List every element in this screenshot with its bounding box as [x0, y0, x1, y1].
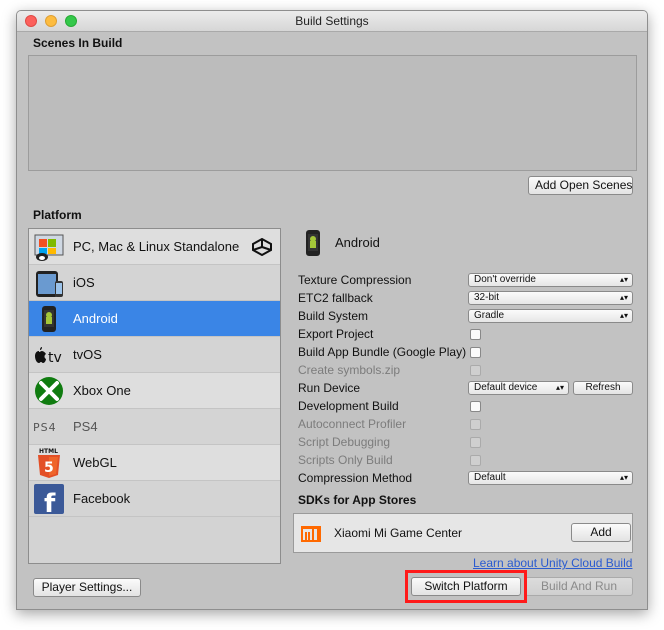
development-build-label: Development Build: [298, 399, 399, 413]
maximize-window-button[interactable]: [65, 15, 77, 27]
platform-label-ps4: PS4: [73, 419, 98, 434]
cloud-build-link[interactable]: Learn about Unity Cloud Build: [473, 556, 632, 570]
platform-item-tvos[interactable]: tv tvOS: [29, 337, 280, 373]
platform-item-webgl[interactable]: HTML 5 WebGL: [29, 445, 280, 481]
html5-icon: HTML 5: [32, 446, 66, 480]
xbox-icon: [32, 374, 66, 408]
development-build-checkbox[interactable]: [470, 401, 481, 412]
selected-platform-title: Android: [335, 235, 380, 250]
svg-text:tv: tv: [48, 350, 62, 365]
sdks-label: SDKs for App Stores: [298, 493, 417, 507]
sdk-add-button[interactable]: Add: [571, 523, 631, 542]
svg-text:5: 5: [44, 460, 54, 476]
refresh-devices-button[interactable]: Refresh: [573, 381, 633, 395]
platform-label-webgl: WebGL: [73, 455, 117, 470]
close-window-button[interactable]: [25, 15, 37, 27]
svg-text:PS4: PS4: [33, 421, 57, 434]
texture-compression-value: Don't override: [474, 274, 536, 285]
sdk-box: Xiaomi Mi Game Center Add: [293, 513, 633, 553]
player-settings-button[interactable]: Player Settings...: [33, 578, 141, 597]
build-system-value: Gradle: [474, 310, 505, 321]
create-symbols-checkbox: [470, 365, 481, 376]
build-settings-window: Build Settings Scenes In Build Add Open …: [16, 10, 648, 610]
etc2-fallback-value: 32-bit: [474, 292, 500, 303]
platform-label-standalone: PC, Mac & Linux Standalone: [73, 239, 240, 254]
export-project-checkbox[interactable]: [470, 329, 481, 340]
texture-compression-dropdown[interactable]: Don't override ▴▾: [468, 273, 633, 287]
compression-method-dropdown[interactable]: Default ▴▾: [468, 471, 633, 485]
add-open-scenes-button[interactable]: Add Open Scenes: [528, 176, 633, 195]
build-system-dropdown[interactable]: Gradle ▴▾: [468, 309, 633, 323]
scripts-only-build-label: Scripts Only Build: [298, 453, 393, 467]
platform-list: PC, Mac & Linux Standalone iOS Android t…: [28, 228, 281, 564]
platform-item-ios[interactable]: iOS: [29, 265, 280, 301]
script-debugging-checkbox: [470, 437, 481, 448]
dropdown-arrow-icon: ▴▾: [619, 293, 628, 302]
run-device-dropdown[interactable]: Default device ▴▾: [468, 381, 569, 395]
script-debugging-label: Script Debugging: [298, 435, 391, 449]
compression-method-value: Default: [474, 472, 506, 483]
texture-compression-label: Texture Compression: [298, 273, 412, 287]
create-symbols-label: Create symbols.zip: [298, 363, 401, 377]
svg-text:f: f: [44, 489, 56, 515]
platform-label-xbox: Xbox One: [73, 383, 131, 398]
dropdown-arrow-icon: ▴▾: [619, 311, 628, 320]
dropdown-arrow-icon: ▴▾: [619, 473, 628, 482]
platform-label-facebook: Facebook: [73, 491, 131, 506]
platform-item-standalone[interactable]: PC, Mac & Linux Standalone: [29, 229, 280, 265]
platform-label-ios: iOS: [73, 275, 95, 290]
platform-label-tvos: tvOS: [73, 347, 102, 362]
switch-platform-highlight: [405, 570, 527, 603]
autoconnect-profiler-checkbox: [470, 419, 481, 430]
build-app-bundle-checkbox[interactable]: [470, 347, 481, 358]
scripts-only-build-checkbox: [470, 455, 481, 466]
build-and-run-button: Build And Run: [525, 577, 633, 596]
ps4-icon: PS4: [32, 410, 66, 444]
scenes-in-build-label: Scenes In Build: [33, 36, 123, 50]
build-app-bundle-label: Build App Bundle (Google Play): [298, 345, 467, 359]
dropdown-arrow-icon: ▴▾: [619, 275, 628, 284]
platform-item-ps4[interactable]: PS4 PS4: [29, 409, 280, 445]
android-header-icon: [303, 229, 323, 260]
scenes-list[interactable]: [28, 55, 637, 171]
facebook-icon: f: [32, 482, 66, 516]
platform-label: Platform: [33, 208, 82, 222]
tvos-icon: tv: [32, 338, 66, 372]
ios-icon: [32, 266, 66, 300]
platform-item-facebook[interactable]: f Facebook: [29, 481, 280, 517]
export-project-label: Export Project: [298, 327, 374, 341]
build-system-label: Build System: [298, 309, 369, 323]
sdk-name: Xiaomi Mi Game Center: [334, 526, 463, 540]
compression-method-label: Compression Method: [298, 471, 413, 485]
autoconnect-profiler-label: Autoconnect Profiler: [298, 417, 407, 431]
window-title: Build Settings: [295, 14, 369, 28]
unity-icon: [252, 237, 272, 259]
platform-label-android: Android: [73, 311, 118, 326]
run-device-value: Default device: [474, 382, 538, 393]
dropdown-arrow-icon: ▴▾: [555, 383, 564, 392]
etc2-fallback-dropdown[interactable]: 32-bit ▴▾: [468, 291, 633, 305]
xiaomi-icon: [300, 523, 322, 548]
platform-item-android[interactable]: Android: [29, 301, 280, 337]
minimize-window-button[interactable]: [45, 15, 57, 27]
platform-item-xbox[interactable]: Xbox One: [29, 373, 280, 409]
android-icon: [32, 302, 66, 336]
title-bar: Build Settings: [17, 11, 647, 32]
run-device-label: Run Device: [298, 381, 361, 395]
pc-mac-linux-icon: [32, 230, 66, 264]
etc2-fallback-label: ETC2 fallback: [298, 291, 373, 305]
svg-text:HTML: HTML: [39, 448, 58, 455]
